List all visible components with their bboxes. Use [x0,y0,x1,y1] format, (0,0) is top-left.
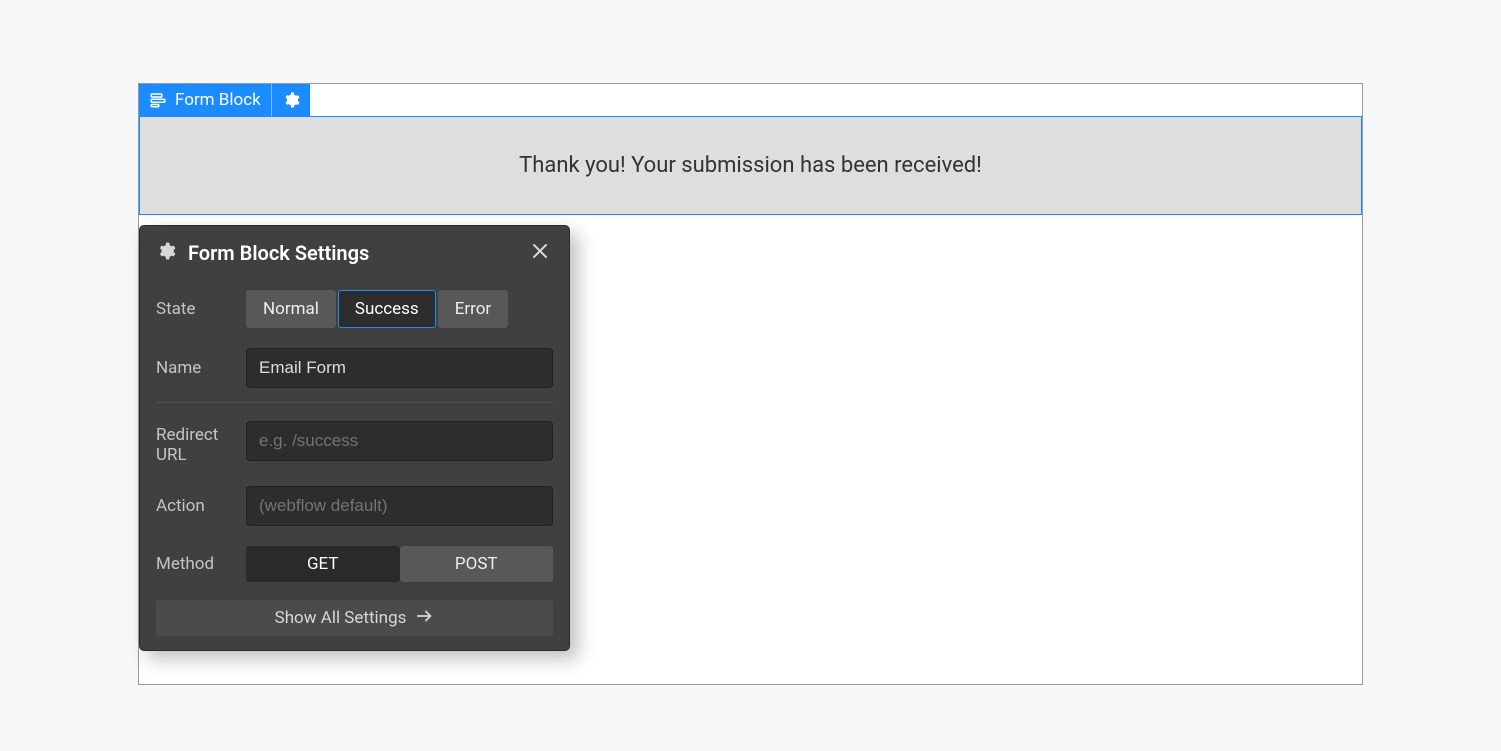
state-option-error[interactable]: Error [438,290,508,328]
method-label: Method [156,554,234,574]
gear-icon [282,91,300,109]
form-success-state-panel[interactable]: Thank you! Your submission has been rece… [139,116,1362,215]
close-icon [532,243,548,263]
element-badge-label: Form Block [175,90,261,110]
method-segmented-control: GET POST [246,546,553,582]
popover-header: Form Block Settings [140,226,569,278]
name-label: Name [156,358,234,378]
action-input[interactable] [246,486,553,526]
action-row: Action [156,476,553,536]
redirect-url-row: Redirect URL [156,407,553,476]
form-block-settings-popover: Form Block Settings State Normal Success… [139,225,570,651]
name-row: Name [156,338,553,398]
action-label: Action [156,496,234,516]
state-segmented-control: Normal Success Error [246,290,553,328]
success-message-text: Thank you! Your submission has been rece… [519,153,982,178]
settings-divider [156,402,553,403]
method-option-post[interactable]: POST [400,546,554,582]
popover-title: Form Block Settings [188,241,515,265]
method-option-get[interactable]: GET [246,546,400,582]
element-badge-settings-button[interactable] [272,84,310,116]
state-option-success[interactable]: Success [338,290,436,328]
state-row: State Normal Success Error [156,280,553,338]
canvas-frame: Form Block Thank you! Your submission ha… [138,83,1363,685]
close-button[interactable] [527,240,553,266]
show-all-settings-button[interactable]: Show All Settings [156,600,553,636]
method-row: Method GET POST [156,536,553,592]
show-all-settings-label: Show All Settings [275,608,407,628]
state-label: State [156,299,234,319]
element-selection-badge[interactable]: Form Block [139,84,310,116]
redirect-url-input[interactable] [246,421,553,461]
redirect-url-label: Redirect URL [156,417,234,466]
form-block-icon [149,91,167,109]
element-badge-main[interactable]: Form Block [139,84,271,116]
arrow-right-icon [416,608,434,628]
state-option-normal[interactable]: Normal [246,290,336,328]
name-input[interactable] [246,348,553,388]
gear-icon [156,241,176,265]
